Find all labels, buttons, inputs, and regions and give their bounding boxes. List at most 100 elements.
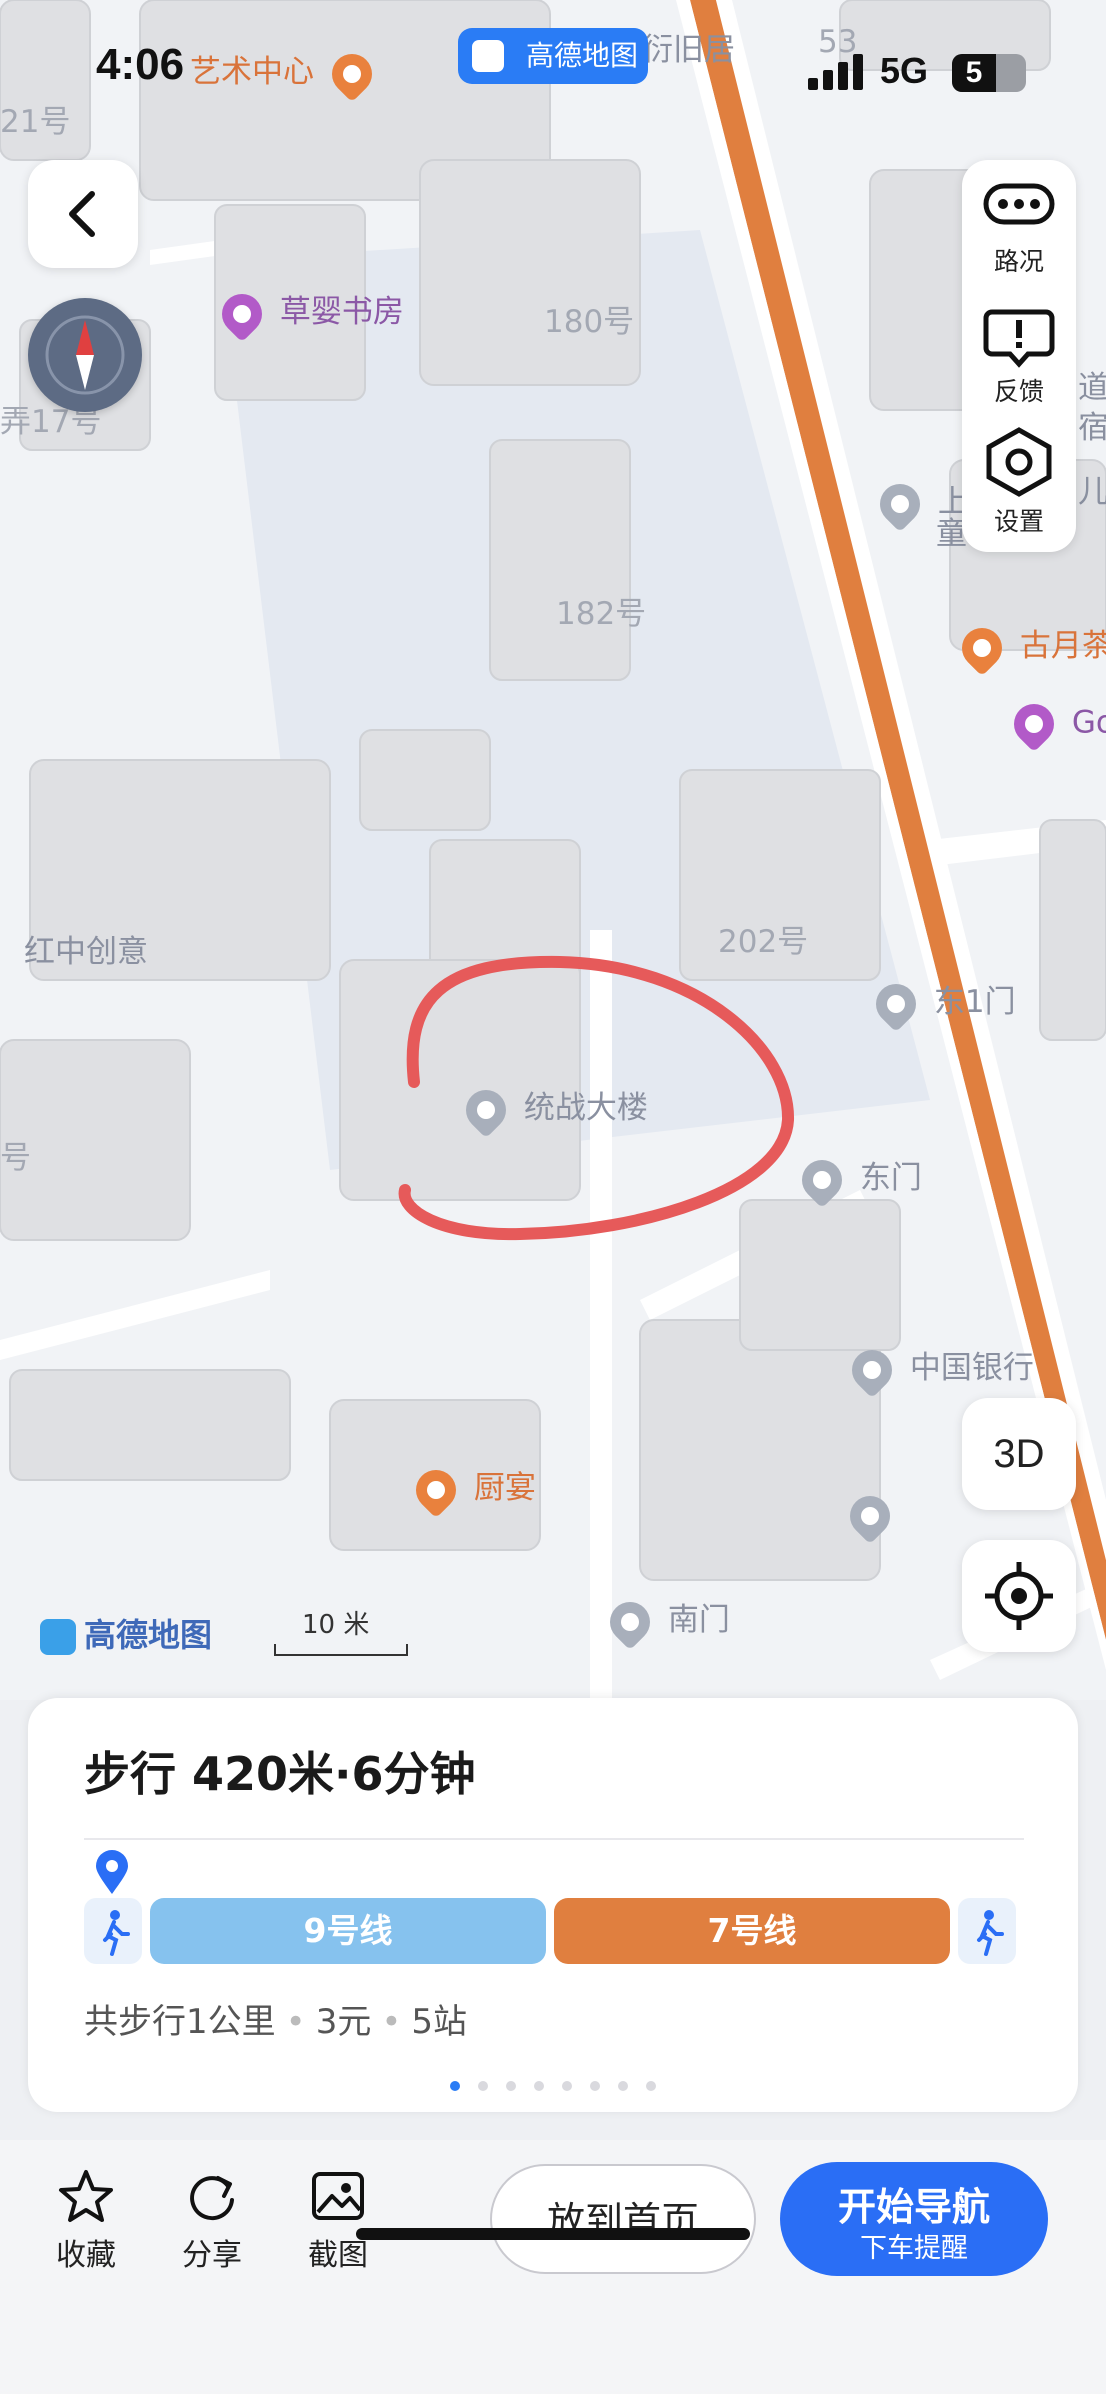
map-tools-panel: 路况 反馈 设置 xyxy=(962,160,1076,552)
walking-person-icon xyxy=(103,1910,130,1956)
walk-segment-start xyxy=(84,1898,142,1964)
number-label-hao: 号 xyxy=(0,1140,31,1176)
shopping-bag-icon xyxy=(213,285,271,342)
poi-bookstore[interactable]: 草婴书房 xyxy=(213,285,404,342)
share-icon xyxy=(190,2176,234,2221)
poi-label: 东门 xyxy=(859,1160,922,1196)
map-base xyxy=(0,0,1106,1700)
restaurant-icon xyxy=(407,1461,465,1518)
walk-segment-end xyxy=(958,1898,1016,1964)
favorite-label: 收藏 xyxy=(56,2238,116,2273)
transit-line-segment-9[interactable]: 9号线 xyxy=(150,1898,546,1964)
share-button[interactable]: 分享 xyxy=(162,2168,262,2274)
poi-bank-of-china[interactable]: 中国银行 xyxy=(843,1341,1034,1398)
traffic-button[interactable]: 路况 xyxy=(962,160,1076,290)
page-dot[interactable] xyxy=(562,2081,572,2091)
gate-icon xyxy=(793,1151,851,1208)
gate-icon xyxy=(867,975,925,1032)
page-dot[interactable] xyxy=(590,2081,600,2091)
bottom-action-bar: 收藏 分享 截图 放到首页 开始导航 下车提醒 xyxy=(0,2140,1106,2394)
feedback-label: 反馈 xyxy=(993,377,1044,406)
signal-icon xyxy=(808,54,863,90)
feedback-button[interactable]: 反馈 xyxy=(962,290,1076,420)
side-label-su: 宿 xyxy=(1078,410,1106,446)
locate-button[interactable] xyxy=(962,1540,1076,1652)
image-icon xyxy=(312,2172,364,2220)
compass-icon xyxy=(45,315,125,395)
back-button[interactable] xyxy=(28,160,138,268)
screenshot-button[interactable]: 截图 xyxy=(288,2168,388,2274)
stop-count: 5站 xyxy=(411,2002,468,2042)
traffic-icon xyxy=(983,183,1055,225)
settings-button[interactable]: 设置 xyxy=(962,420,1076,550)
view-3d-button[interactable]: 3D xyxy=(962,1398,1076,1510)
share-label: 分享 xyxy=(182,2238,242,2273)
clock: 4:06 xyxy=(96,40,185,89)
walking-person-icon xyxy=(977,1910,1004,1956)
poi-label: 统战大楼 xyxy=(523,1090,648,1126)
amap-logo-icon xyxy=(472,40,504,72)
start-location-pin-icon xyxy=(96,1850,128,1894)
transit-line-segment-7[interactable]: 7号线 xyxy=(554,1898,950,1964)
parking-icon xyxy=(841,1487,899,1545)
poi-label: 南门 xyxy=(667,1602,730,1638)
start-navigation-button[interactable]: 开始导航 下车提醒 xyxy=(780,2162,1048,2276)
shopping-bag-icon xyxy=(1005,695,1063,753)
watermark-text: 高德地图 xyxy=(84,1616,213,1654)
compass-button[interactable] xyxy=(28,298,142,412)
settings-label: 设置 xyxy=(993,507,1044,536)
poi-tongzhan-building[interactable]: 统战大楼 xyxy=(457,1081,648,1138)
battery-level: 5 xyxy=(952,54,996,92)
app-badge-label: 高德地图 xyxy=(525,39,638,72)
poi-chuyan[interactable]: 厨宴 xyxy=(407,1461,536,1518)
page-indicator[interactable] xyxy=(28,2076,1078,2095)
amap-logo-icon xyxy=(40,1619,76,1655)
alight-reminder-label: 下车提醒 xyxy=(860,2233,968,2264)
poi-label: 中国银行 xyxy=(909,1350,1034,1386)
scale-label: 10 米 xyxy=(302,1610,370,1640)
poi-label: 东1门 xyxy=(933,984,1016,1020)
poi-label: Go xyxy=(1071,704,1106,741)
cafe-icon xyxy=(953,619,1011,676)
side-label-er: 儿 xyxy=(1078,474,1106,510)
add-to-home-button[interactable]: 放到首页 xyxy=(490,2164,756,2274)
favorite-button[interactable]: 收藏 xyxy=(36,2168,136,2274)
page-dot[interactable] xyxy=(450,2081,460,2091)
feedback-icon xyxy=(983,309,1055,368)
page-dot[interactable] xyxy=(534,2081,544,2091)
star-icon xyxy=(59,2170,113,2222)
network-type: 5G xyxy=(880,50,929,91)
poi-guyue-tea[interactable]: 古月茶 xyxy=(953,619,1106,676)
gate-icon xyxy=(601,1593,659,1650)
page-dot[interactable] xyxy=(506,2081,516,2091)
amap-watermark: 高德地图 xyxy=(40,1610,212,1656)
poi-east-gate-1[interactable]: 东1门 xyxy=(867,975,1016,1032)
poi-label: 红中创意 xyxy=(24,934,148,970)
bank-icon xyxy=(843,1341,901,1398)
poi-go[interactable]: Go xyxy=(1005,695,1106,753)
side-label-dao: 道 xyxy=(1078,370,1106,406)
map-view[interactable]: 艺术中心 衍旧居 草婴书房 180号 182号 202号 弄17号 21号 号 … xyxy=(0,0,1106,1700)
page-dot[interactable] xyxy=(478,2081,488,2091)
home-indicator[interactable] xyxy=(356,2228,750,2240)
page-dot[interactable] xyxy=(646,2081,656,2091)
screenshot-label: 截图 xyxy=(308,2238,368,2273)
route-card[interactable]: 步行 420米·6分钟 9号线 7号线 共步行1公里 • 3元 • 5站 xyxy=(28,1698,1078,2112)
battery-icon: 5 xyxy=(952,54,1026,92)
poi-label: 厨宴 xyxy=(473,1470,536,1506)
building-label-202: 202号 xyxy=(718,924,809,960)
route-summary: 共步行1公里 • 3元 • 5站 xyxy=(84,2002,468,2042)
building-label-182: 182号 xyxy=(556,596,647,632)
poi-hongzhong[interactable]: 红中创意 xyxy=(0,926,148,971)
poi-parking[interactable] xyxy=(841,1487,899,1545)
page-dot[interactable] xyxy=(618,2081,628,2091)
walk-distance: 共步行1公里 xyxy=(84,2002,276,2042)
chevron-left-icon xyxy=(69,191,95,237)
poi-east-gate[interactable]: 东门 xyxy=(793,1151,922,1208)
poi-south-gate[interactable]: 南门 xyxy=(601,1593,730,1650)
fare: 3元 xyxy=(315,2002,372,2042)
app-badge[interactable]: 高德地图 xyxy=(458,28,648,84)
place-icon xyxy=(871,475,929,532)
route-title: 步行 420米·6分钟 xyxy=(84,1747,476,1801)
start-navigation-label: 开始导航 xyxy=(837,2185,990,2229)
